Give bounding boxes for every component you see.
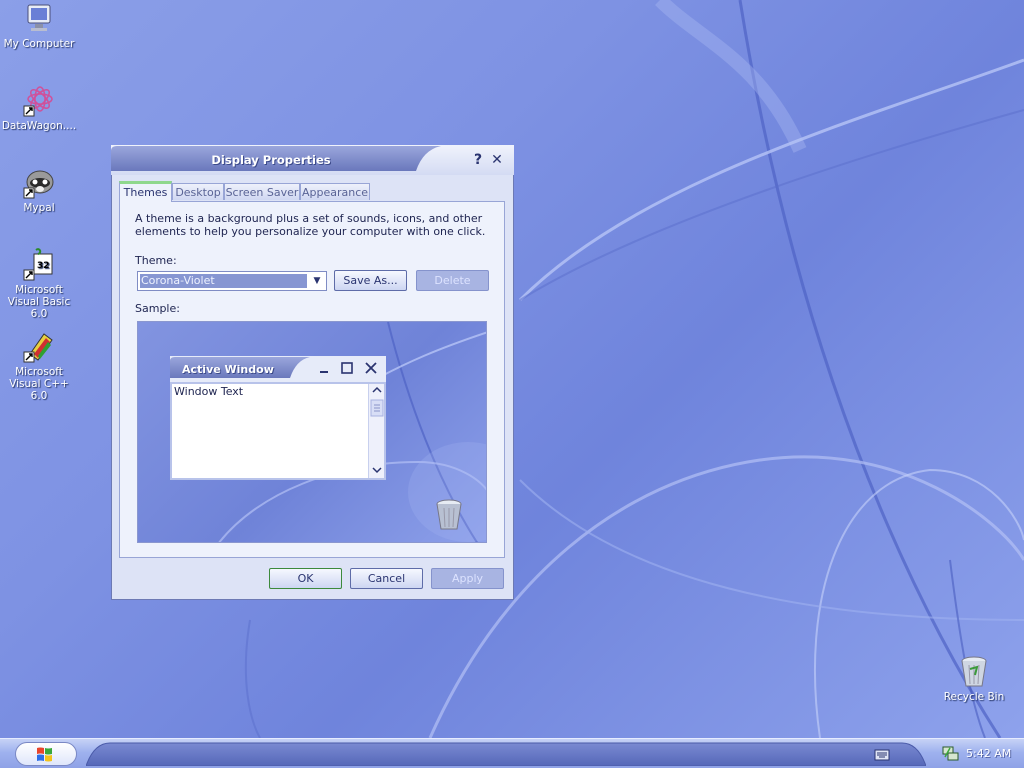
sample-window-body: Window Text [170, 382, 386, 480]
theme-select[interactable]: Corona-Violet ▼ [137, 271, 327, 291]
chevron-up-icon [372, 386, 382, 393]
desktop-icon-label: Recycle Bin [943, 691, 1005, 703]
delete-button[interactable]: Delete [416, 270, 489, 291]
desktop-icon-mypal[interactable]: Mypal [0, 166, 78, 214]
cancel-button[interactable]: Cancel [350, 568, 423, 589]
tray-clock[interactable]: 5:42 AM [966, 747, 1011, 760]
keyboard-icon[interactable] [874, 747, 890, 766]
theme-description: A theme is a background plus a set of so… [135, 212, 486, 238]
themes-panel: A theme is a background plus a set of so… [119, 201, 505, 558]
tab-appearance[interactable]: Appearance [300, 183, 370, 200]
desktop-icon-label: Microsoft Visual Basic 6.0 [7, 284, 71, 320]
desktop-icon-label: Microsoft Visual C++ 6.0 [9, 366, 69, 402]
sample-window-controls [320, 362, 377, 374]
theme-label: Theme: [135, 254, 177, 267]
tab-themes[interactable]: Themes [119, 181, 172, 202]
display-properties-dialog[interactable]: Display Properties ? ✕ Themes Desktop Sc… [111, 145, 514, 600]
help-button[interactable]: ? [469, 151, 487, 169]
maximize-icon [341, 362, 353, 374]
sample-recycle-bin-icon [432, 498, 466, 536]
desktop-icon-label: DataWagon.... [1, 120, 77, 132]
network-tray-icon[interactable] [942, 745, 960, 765]
minimize-icon [320, 371, 328, 373]
raccoon-shortcut-icon [22, 166, 56, 200]
vb6-shortcut-icon: 32 [22, 248, 56, 282]
recycle-bin-icon [957, 655, 991, 689]
flower-shortcut-icon [22, 84, 56, 118]
ok-button[interactable]: OK [269, 568, 342, 589]
dialog-title-bar[interactable]: Display Properties ? ✕ [111, 145, 514, 175]
theme-sample-preview: Active Window Window Text [137, 321, 487, 543]
sample-window-title-bar: Active Window [170, 356, 386, 382]
desktop-icon-visual-basic[interactable]: 32 Microsoft Visual Basic 6.0 [0, 248, 78, 320]
sample-window-text: Window Text [174, 385, 244, 398]
desktop-icon-recycle-bin[interactable]: Recycle Bin [935, 655, 1013, 703]
chevron-down-icon[interactable]: ▼ [309, 273, 325, 289]
monitor-icon [22, 2, 56, 36]
theme-select-value: Corona-Violet [140, 274, 307, 288]
start-button[interactable] [15, 742, 77, 766]
desktop-icon-label: Mypal [23, 202, 55, 214]
svg-text:32: 32 [37, 261, 50, 271]
chevron-down-icon [372, 467, 382, 474]
close-icon: ✕ [491, 152, 503, 168]
desktop-background[interactable]: My Computer DataWagon.... Mypal 32 Micro… [0, 0, 1024, 738]
tab-desktop[interactable]: Desktop [172, 183, 224, 200]
tab-screen-saver[interactable]: Screen Saver [224, 183, 300, 200]
windows-logo-icon [37, 747, 52, 762]
close-icon [365, 362, 377, 374]
task-band[interactable] [85, 742, 927, 767]
sample-label: Sample: [135, 302, 180, 315]
sample-scrollbar [368, 384, 384, 478]
desktop-icon-label: My Computer [3, 38, 75, 50]
dialog-title: Display Properties [211, 153, 331, 167]
save-as-button[interactable]: Save As... [334, 270, 407, 291]
sample-window-title: Active Window [182, 363, 274, 376]
desktop-icon-visual-cpp[interactable]: Microsoft Visual C++ 6.0 [0, 330, 78, 402]
taskbar: 5:42 AM [0, 738, 1024, 768]
apply-button[interactable]: Apply [431, 568, 504, 589]
desktop-icon-my-computer[interactable]: My Computer [0, 2, 78, 50]
help-icon: ? [473, 152, 483, 168]
desktop-icon-datawagon[interactable]: DataWagon.... [0, 84, 78, 132]
close-button[interactable]: ✕ [488, 151, 506, 169]
vcpp-shortcut-icon [22, 330, 56, 364]
sample-active-window: Active Window Window Text [170, 356, 386, 480]
task-band-shape [85, 742, 927, 767]
